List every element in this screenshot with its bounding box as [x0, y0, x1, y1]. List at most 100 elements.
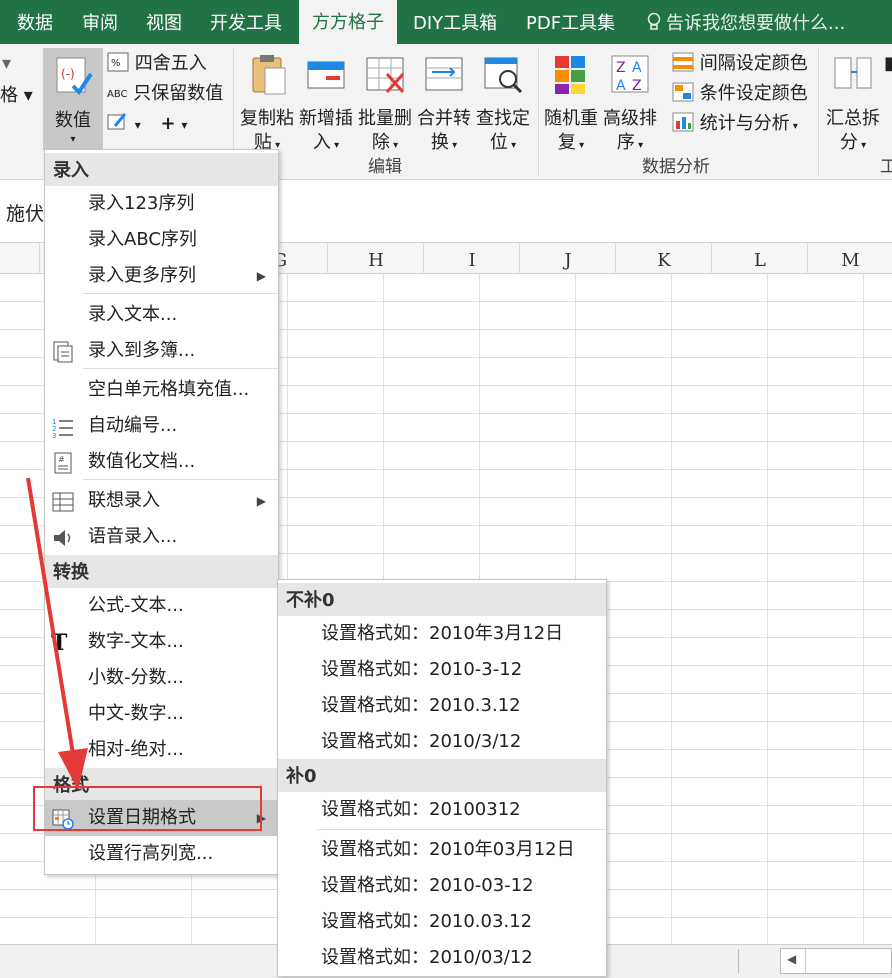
numeric-button[interactable]: (-) 数值 ▾: [43, 48, 103, 150]
sort-az-icon: Z AA Z: [611, 55, 649, 94]
advanced-sort-button[interactable]: ZAAZ 高级排 序 ▾: [601, 52, 659, 158]
menu-item-numeric-doc[interactable]: # 数值化文档...: [45, 444, 278, 480]
svg-text:A: A: [616, 78, 626, 94]
menu-item-formula-text[interactable]: 公式-文本...: [45, 588, 278, 624]
ribbon-tab-bar: 数据 审阅 视图 开发工具 方方格子 DIY工具箱 PDF工具集 告诉我您想要做…: [0, 0, 892, 44]
submenu-section-header: 不补0: [278, 583, 606, 616]
date-format-option[interactable]: 设置格式如：2010/3/12: [278, 724, 606, 760]
menu-divider: [83, 368, 278, 369]
menu-item-suggest-input[interactable]: 联想录入 ▶: [45, 483, 278, 519]
numeric-check-icon: (-): [56, 57, 93, 96]
numeric-dropdown-menu: 录入 录入123序列 录入ABC序列 录入更多序列 ▶ 录入文本... 录入到多簿…: [44, 149, 279, 875]
batch-delete-button[interactable]: 批量删 除 ▾: [356, 52, 414, 158]
svg-text:%: %: [111, 58, 121, 69]
date-format-submenu: 不补0 设置格式如：2010年3月12日 设置格式如：2010-3-12 设置格…: [277, 579, 607, 977]
insert-label-2: 入 ▾: [312, 132, 340, 153]
date-format-option[interactable]: 设置格式如：20100312: [278, 792, 606, 828]
scroll-left-icon[interactable]: ◀: [787, 952, 796, 966]
conditional-color-button[interactable]: 条件设定颜色: [672, 82, 808, 106]
edit-dropdown-arrow[interactable]: ▾: [135, 118, 141, 132]
interval-color-button[interactable]: 间隔设定颜色: [672, 52, 808, 76]
stats-analysis-button[interactable]: 统计与分析 ▾: [672, 112, 798, 139]
svg-text:3: 3: [52, 432, 56, 439]
menu-item-row-height-col-width[interactable]: 设置行高列宽...: [45, 836, 278, 872]
date-format-option[interactable]: 设置格式如：2010.03.12: [278, 904, 606, 940]
column-header-i[interactable]: I: [423, 243, 520, 273]
lightbulb-icon: [647, 12, 661, 30]
copy-paste-button[interactable]: 复制粘 贴 ▾: [238, 52, 296, 158]
advanced-sort-label-1: 高级排: [603, 108, 657, 129]
submenu-section-header: 补0: [278, 759, 606, 792]
tab-diy-toolbox[interactable]: DIY工具箱: [413, 0, 497, 44]
menu-item-decimal-fraction[interactable]: 小数-分数...: [45, 660, 278, 696]
date-format-option[interactable]: 设置格式如：2010/03/12: [278, 940, 606, 976]
annotation-highlight-box: [33, 786, 262, 831]
column-header-k[interactable]: K: [615, 243, 712, 273]
submenu-divider: [316, 829, 606, 830]
menu-item-multi-workbook[interactable]: 录入到多簿...: [45, 333, 278, 369]
merge-convert-button[interactable]: 合并转 换 ▾: [415, 52, 473, 158]
tab-pdf-tools[interactable]: PDF工具集: [526, 0, 615, 44]
ribbon-cut-icon: ▮: [884, 53, 892, 74]
ribbon-separator: [538, 48, 539, 176]
submenu-arrow-icon: ▶: [256, 269, 266, 283]
menu-section-header: 转换: [45, 555, 278, 588]
column-header-l[interactable]: L: [711, 243, 808, 273]
date-format-option[interactable]: 设置格式如：2010-03-12: [278, 868, 606, 904]
numeric-doc-icon: #: [54, 452, 72, 474]
dropdown-arrow-icon: ▾: [70, 134, 76, 145]
date-format-option[interactable]: 设置格式如：2010年03月12日: [278, 832, 606, 868]
menu-item-input-text[interactable]: 录入文本...: [45, 297, 278, 333]
svg-text:#: #: [58, 455, 65, 464]
tab-fangfang[interactable]: 方方格子: [299, 0, 397, 44]
date-format-option[interactable]: 设置格式如：2010年3月12日: [278, 616, 606, 652]
analysis-group-label: 数据分析: [642, 157, 710, 177]
menu-item-chinese-number[interactable]: 中文-数字...: [45, 696, 278, 732]
column-header-j[interactable]: J: [519, 243, 616, 273]
find-locate-button[interactable]: 查找定 位 ▾: [474, 52, 532, 158]
insert-button[interactable]: 新增插 入 ▾: [297, 52, 355, 158]
round-label: 四舍五入: [134, 53, 207, 74]
conditional-color-label: 条件设定颜色: [699, 83, 808, 104]
tab-developer[interactable]: 开发工具: [210, 0, 282, 44]
menu-divider: [83, 479, 278, 480]
tab-view[interactable]: 视图: [146, 0, 182, 44]
insert-row-icon: [307, 61, 345, 89]
summary-split-button[interactable]: 汇总拆 分 ▾: [824, 52, 882, 158]
numbered-list-icon: 123: [52, 418, 73, 439]
horizontal-scrollbar[interactable]: ◀: [780, 948, 892, 974]
keep-values-button[interactable]: ABC 只保留数值: [107, 82, 223, 107]
menu-item-input-abc[interactable]: 录入ABC序列: [45, 222, 278, 258]
abc-icon: ABC: [107, 89, 128, 100]
svg-text:Z: Z: [616, 60, 626, 76]
menu-item-more-sequences[interactable]: 录入更多序列 ▶: [45, 258, 278, 294]
column-header-h[interactable]: H: [327, 243, 424, 273]
find-locate-label-1: 查找定: [476, 108, 530, 129]
menu-item-auto-number[interactable]: 123 自动编号...: [45, 408, 278, 444]
menu-item-relative-absolute[interactable]: 相对-绝对...: [45, 732, 278, 768]
edit-cell-icon[interactable]: [107, 112, 129, 132]
tab-review[interactable]: 审阅: [82, 0, 118, 44]
menu-item-input-123[interactable]: 录入123序列: [45, 186, 278, 222]
round-button[interactable]: % 四舍五入: [107, 52, 207, 76]
batch-delete-label-1: 批量删: [358, 108, 412, 129]
tab-data[interactable]: 数据: [17, 0, 53, 44]
menu-item-fill-blanks[interactable]: 空白单元格填充值...: [45, 372, 278, 408]
scrollbar-divider: [805, 949, 806, 973]
tell-me-box[interactable]: 告诉我您想要做什么...: [646, 0, 845, 44]
svg-text:(-): (-): [61, 67, 75, 81]
ribbon-cut-label: 格 ▾: [0, 85, 33, 106]
stats-grid-icon: [672, 112, 694, 132]
plus-icon[interactable]: +: [161, 113, 176, 134]
magnifier-icon: [484, 57, 523, 94]
random-repeat-button[interactable]: 随机重 复 ▾: [542, 52, 600, 158]
date-format-option[interactable]: 设置格式如：2010.3.12: [278, 688, 606, 724]
copy-paste-label-1: 复制粘: [240, 108, 294, 129]
menu-item-number-text[interactable]: T 数字-文本...: [45, 624, 278, 660]
menu-item-voice-input[interactable]: 语音录入...: [45, 519, 278, 555]
delete-grid-icon: [366, 57, 405, 93]
column-header-m[interactable]: M: [807, 243, 892, 273]
merge-arrows-icon: [425, 57, 463, 91]
date-format-option[interactable]: 设置格式如：2010-3-12: [278, 652, 606, 688]
plus-dropdown-arrow[interactable]: ▾: [181, 118, 187, 132]
